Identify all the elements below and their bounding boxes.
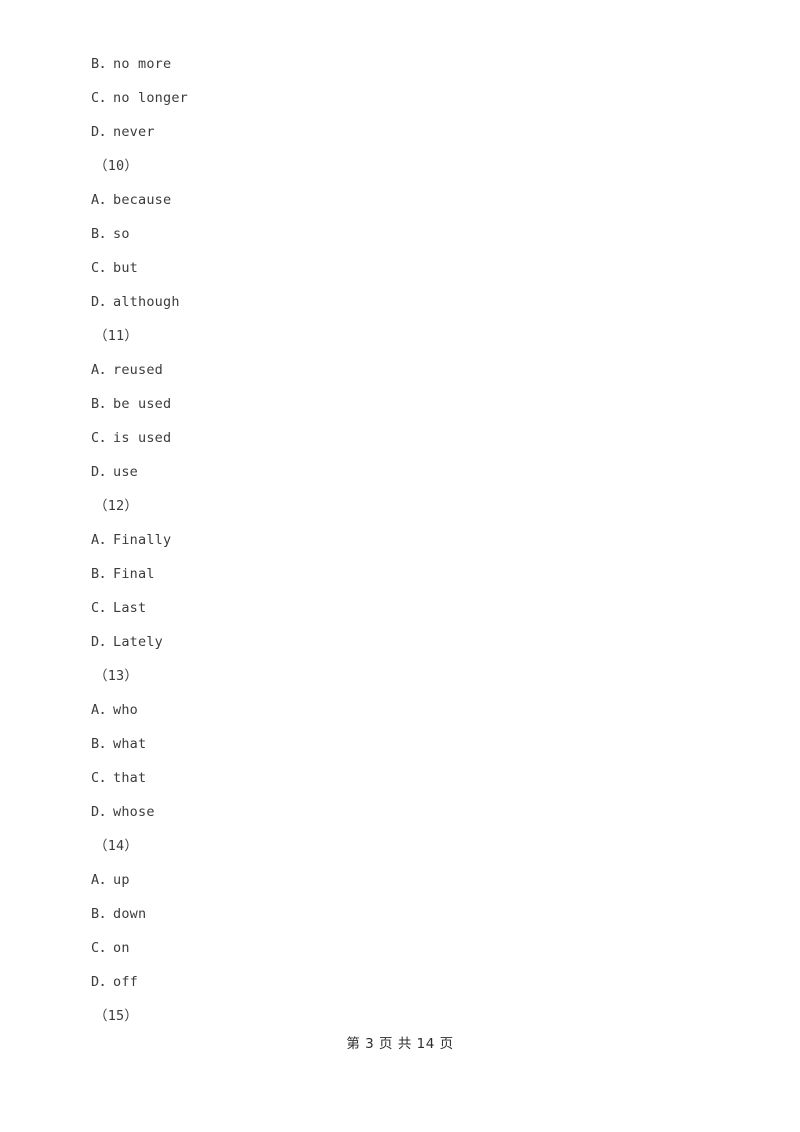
- answer-option: D．Lately: [91, 634, 163, 650]
- answer-option: C．that: [91, 770, 147, 786]
- answer-option: C．is used: [91, 430, 172, 446]
- answer-option: B．be used: [91, 396, 172, 412]
- answer-option: C．no longer: [91, 90, 188, 106]
- answer-option: D．use: [91, 464, 139, 480]
- answer-option: D．off: [91, 974, 139, 990]
- page-footer: 第 3 页 共 14 页: [346, 1036, 454, 1052]
- answer-option: D．never: [91, 124, 155, 140]
- answer-option: C．Last: [91, 600, 147, 616]
- answer-option: B．down: [91, 906, 147, 922]
- question-number-label: （10）: [94, 158, 139, 174]
- question-number-label: （13）: [94, 668, 139, 684]
- answer-option: B．Final: [91, 566, 155, 582]
- question-number-label: （11）: [94, 328, 139, 344]
- answer-option: D．although: [91, 294, 180, 310]
- answer-option: A．who: [91, 702, 139, 718]
- answer-option: A．up: [91, 872, 130, 888]
- document-page: B．no more C．no longer D．never （10） A．because…: [0, 0, 800, 1132]
- answer-option: A．Finally: [91, 532, 172, 548]
- answer-option: A．because: [91, 192, 172, 208]
- question-number-label: （15）: [94, 1008, 139, 1024]
- answer-option: C．but: [91, 260, 139, 276]
- answer-option: B．no more: [91, 56, 172, 72]
- answer-option: B．what: [91, 736, 147, 752]
- answer-options-list: B．no more C．no longer D．never （10） A．because…: [91, 47, 731, 1033]
- answer-option: C．on: [91, 940, 130, 956]
- answer-option: A．reused: [91, 362, 163, 378]
- answer-option: D．whose: [91, 804, 155, 820]
- question-number-label: （12）: [94, 498, 139, 514]
- question-number-label: （14）: [94, 838, 139, 854]
- answer-option: B．so: [91, 226, 130, 242]
